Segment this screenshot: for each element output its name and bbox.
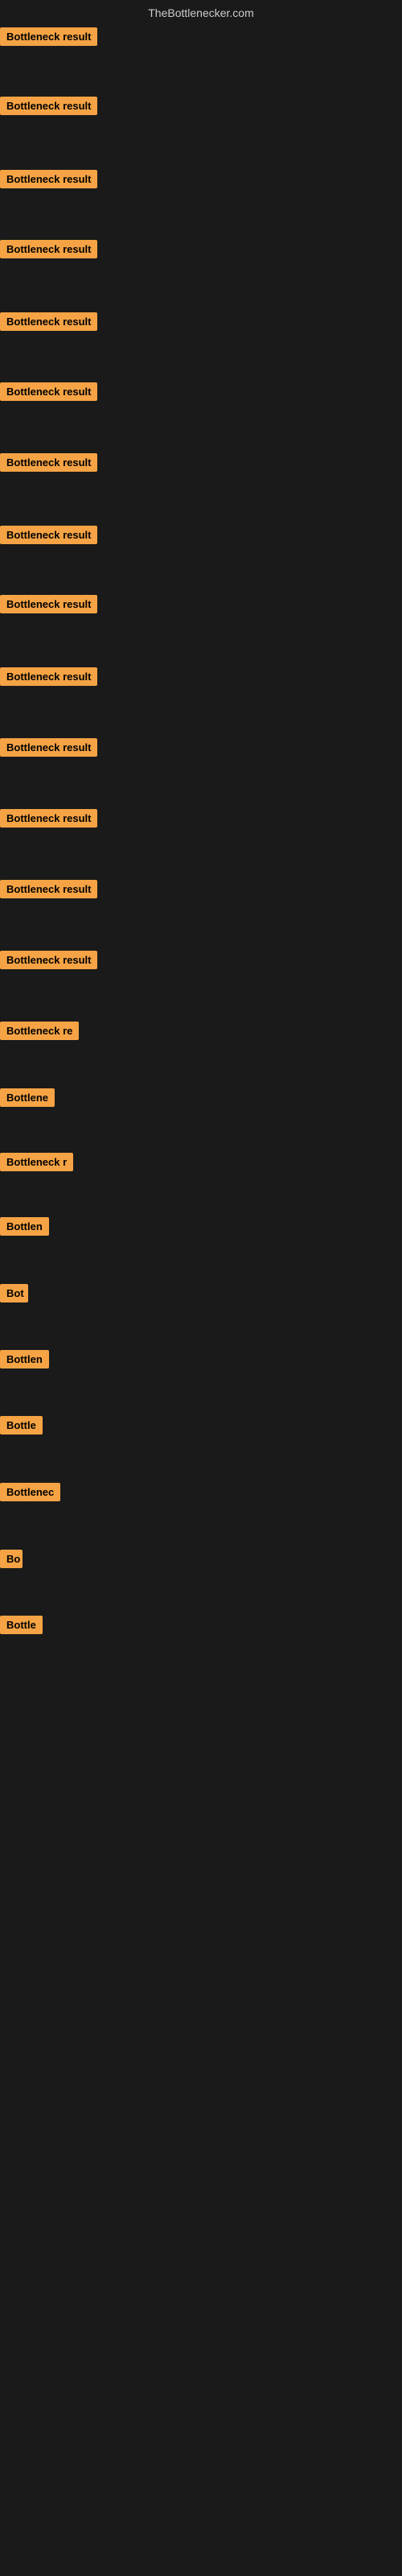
bottleneck-badge-15[interactable]: Bottleneck re [0,1022,79,1040]
bottleneck-item-19: Bot [0,1284,28,1307]
bottleneck-badge-1[interactable]: Bottleneck result [0,27,97,46]
bottleneck-badge-22[interactable]: Bottlenec [0,1483,60,1501]
bottleneck-item-15: Bottleneck re [0,1022,79,1044]
items-container: Bottleneck result Bottleneck result Bottle… [0,27,402,2523]
bottleneck-item-9: Bottleneck result [0,595,97,617]
bottleneck-item-3: Bottleneck result [0,170,97,192]
bottleneck-badge-11[interactable]: Bottleneck result [0,738,97,757]
bottleneck-item-10: Bottleneck result [0,667,97,690]
bottleneck-badge-18[interactable]: Bottlen [0,1217,49,1236]
bottleneck-item-17: Bottleneck r [0,1153,73,1175]
bottleneck-item-1: Bottleneck result [0,27,97,50]
bottleneck-badge-23[interactable]: Bo [0,1550,23,1568]
bottleneck-item-21: Bottle [0,1416,43,1439]
bottleneck-item-11: Bottleneck result [0,738,97,761]
bottleneck-badge-6[interactable]: Bottleneck result [0,382,97,401]
bottleneck-item-2: Bottleneck result [0,97,97,119]
bottleneck-badge-8[interactable]: Bottleneck result [0,526,97,544]
bottleneck-item-5: Bottleneck result [0,312,97,335]
bottleneck-item-8: Bottleneck result [0,526,97,548]
bottleneck-badge-2[interactable]: Bottleneck result [0,97,97,115]
bottleneck-badge-16[interactable]: Bottlene [0,1088,55,1107]
bottleneck-badge-7[interactable]: Bottleneck result [0,453,97,472]
bottleneck-item-24: Bottle [0,1616,43,1638]
bottleneck-badge-4[interactable]: Bottleneck result [0,240,97,258]
bottleneck-item-22: Bottlenec [0,1483,60,1505]
bottleneck-item-16: Bottlene [0,1088,55,1111]
bottleneck-item-23: Bo [0,1550,23,1572]
bottleneck-item-13: Bottleneck result [0,880,97,902]
bottleneck-badge-17[interactable]: Bottleneck r [0,1153,73,1171]
bottleneck-badge-3[interactable]: Bottleneck result [0,170,97,188]
bottleneck-item-7: Bottleneck result [0,453,97,476]
bottleneck-item-6: Bottleneck result [0,382,97,405]
bottleneck-item-14: Bottleneck result [0,951,97,973]
bottleneck-item-12: Bottleneck result [0,809,97,832]
bottleneck-item-18: Bottlen [0,1217,49,1240]
bottleneck-item-20: Bottlen [0,1350,49,1373]
bottleneck-badge-10[interactable]: Bottleneck result [0,667,97,686]
bottleneck-item-4: Bottleneck result [0,240,97,262]
bottleneck-badge-9[interactable]: Bottleneck result [0,595,97,613]
bottleneck-badge-12[interactable]: Bottleneck result [0,809,97,828]
bottleneck-badge-20[interactable]: Bottlen [0,1350,49,1368]
bottleneck-badge-14[interactable]: Bottleneck result [0,951,97,969]
bottleneck-badge-13[interactable]: Bottleneck result [0,880,97,898]
bottleneck-badge-5[interactable]: Bottleneck result [0,312,97,331]
bottleneck-badge-24[interactable]: Bottle [0,1616,43,1634]
bottleneck-badge-21[interactable]: Bottle [0,1416,43,1435]
site-title: TheBottlenecker.com [0,0,402,27]
bottleneck-badge-19[interactable]: Bot [0,1284,28,1302]
